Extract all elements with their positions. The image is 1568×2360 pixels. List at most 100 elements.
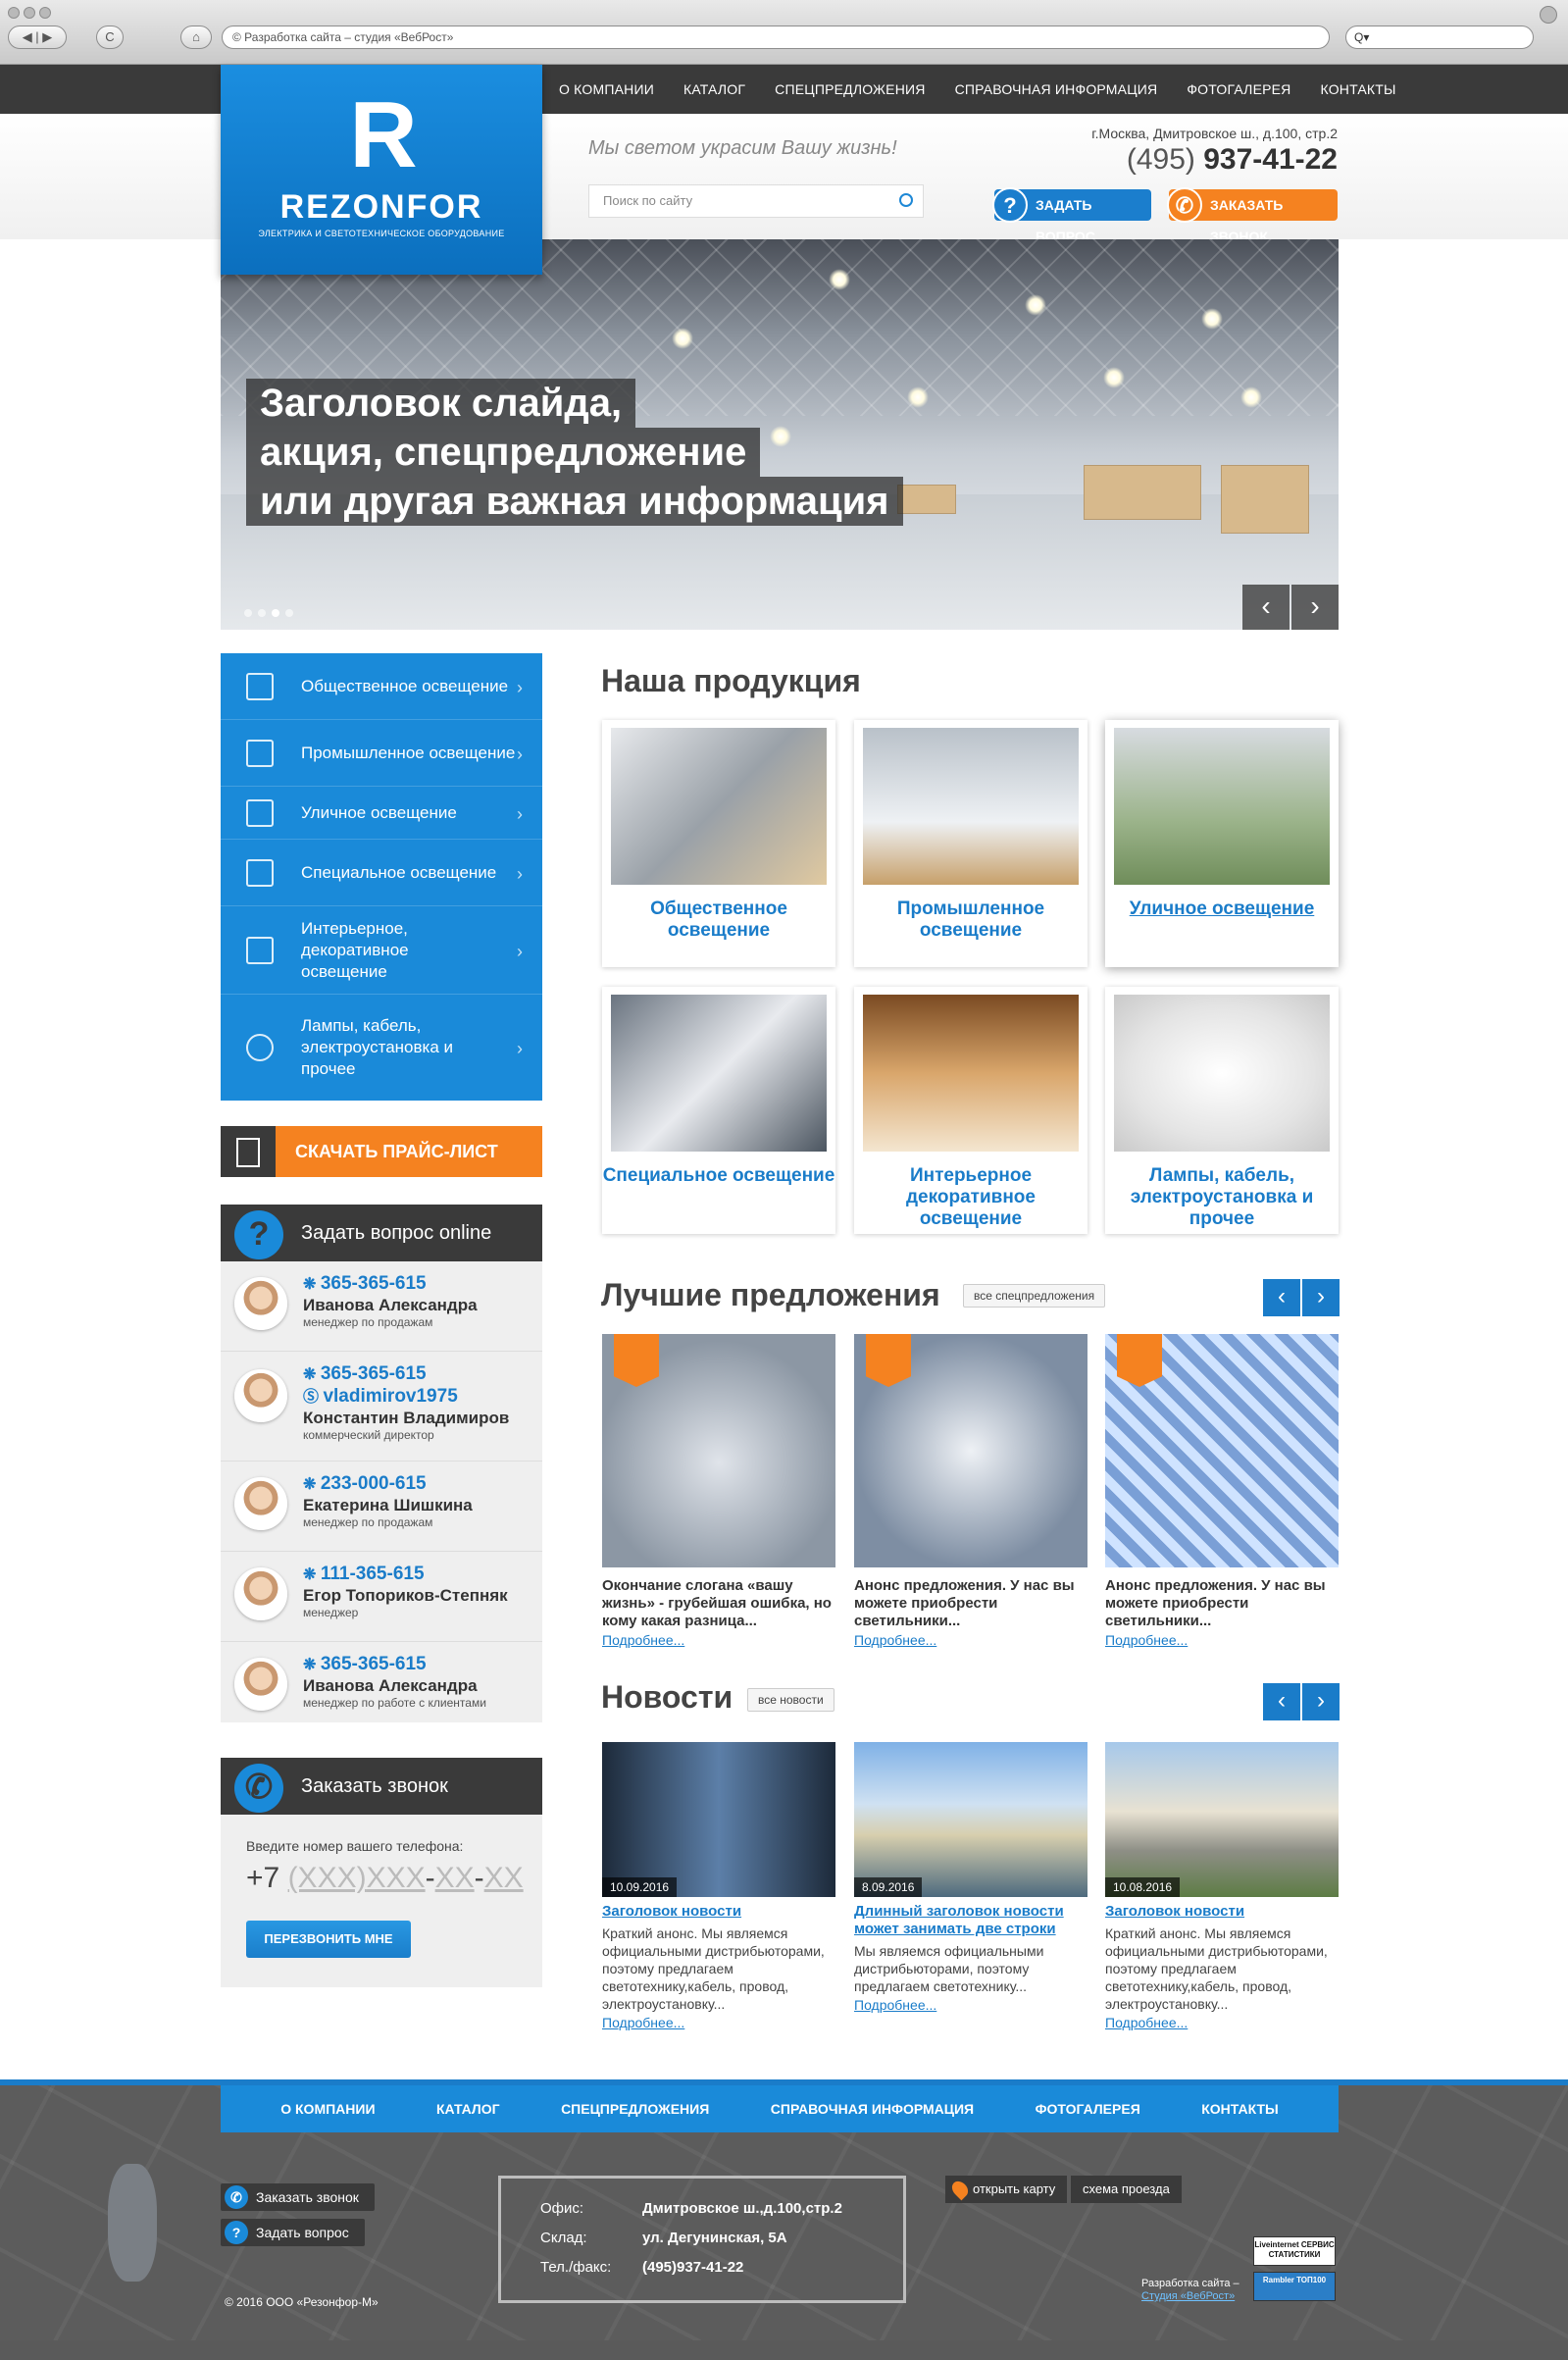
ask-question-button[interactable]: ? ЗАДАТЬ ВОПРОС: [992, 187, 1151, 244]
nav-item-reference[interactable]: СПРАВОЧНАЯ ИНФОРМАЦИЯ: [955, 81, 1158, 97]
news-image[interactable]: 10.08.2016: [1105, 1742, 1339, 1897]
minimize-window-icon[interactable]: [24, 7, 35, 19]
footer-nav-catalog[interactable]: КАТАЛОГ: [436, 2101, 500, 2117]
slide-dot[interactable]: [258, 609, 266, 617]
contact-skype[interactable]: vladimirov1975: [303, 1386, 542, 1409]
phone-mask-part[interactable]: XX: [484, 1862, 524, 1894]
site-logo[interactable]: R REZONFOR ЭЛЕКТРИКА И СВЕТОТЕХНИЧЕСКОЕ …: [221, 65, 542, 275]
slide-prev-button[interactable]: ‹: [1242, 585, 1290, 630]
offer-card[interactable]: Анонс предложения. У нас вы можете приоб…: [854, 1334, 1087, 1648]
all-news-link[interactable]: все новости: [747, 1688, 835, 1712]
news-image[interactable]: 10.09.2016: [602, 1742, 835, 1897]
footer-nav-reference[interactable]: СПРАВОЧНАЯ ИНФОРМАЦИЯ: [771, 2101, 974, 2117]
sidebar-item-special[interactable]: Специальное освещение ›: [221, 840, 542, 906]
offer-image[interactable]: [602, 1334, 835, 1567]
product-card[interactable]: Промышленное освещение: [854, 720, 1087, 967]
call-me-back-button[interactable]: ПЕРЕЗВОНИТЬ МНЕ: [246, 1921, 411, 1958]
sidebar-item-lamps[interactable]: Лампы, кабель, электроустановка и прочее…: [221, 995, 542, 1101]
news-image[interactable]: 8.09.2016: [854, 1742, 1087, 1897]
contact-role: менеджер по работе с клиентами: [303, 1696, 486, 1710]
news-title-link[interactable]: Заголовок новости: [602, 1903, 835, 1921]
offers-prev-button[interactable]: ‹: [1263, 1279, 1300, 1316]
product-title[interactable]: Интерьерное декоративное освещение: [854, 1165, 1087, 1230]
footer-nav-about[interactable]: О КОМПАНИИ: [280, 2101, 375, 2117]
back-icon[interactable]: ◀: [23, 29, 32, 44]
slide-next-button[interactable]: ›: [1291, 585, 1339, 630]
offers-next-button[interactable]: ›: [1302, 1279, 1340, 1316]
more-link[interactable]: Подробнее...: [1105, 1632, 1339, 1648]
dev-link[interactable]: Студия «ВебРост»: [1141, 2290, 1235, 2302]
sidebar-item-public[interactable]: Общественное освещение ›: [221, 653, 542, 720]
phone-mask-part[interactable]: XX: [435, 1862, 475, 1894]
nav-item-offers[interactable]: СПЕЦПРЕДЛОЖЕНИЯ: [775, 81, 925, 97]
slide-dot[interactable]: [285, 609, 293, 617]
contact-phone[interactable]: 365-365-615: [303, 1363, 542, 1386]
news-title-link[interactable]: Заголовок новости: [1105, 1903, 1339, 1921]
offer-image[interactable]: [854, 1334, 1087, 1567]
sidebar-item-industrial[interactable]: Промышленное освещение ›: [221, 720, 542, 787]
close-window-icon[interactable]: [8, 7, 20, 19]
phone-mask-code[interactable]: (XXX): [288, 1862, 367, 1894]
window-controls: [8, 6, 55, 24]
product-card[interactable]: Интерьерное декоративное освещение: [854, 987, 1087, 1234]
footer-ask-button[interactable]: ? Задать вопрос: [221, 2219, 365, 2246]
product-title[interactable]: Промышленное освещение: [854, 898, 1087, 942]
more-link[interactable]: Подробнее...: [854, 1632, 1087, 1648]
maximize-window-icon[interactable]: [39, 7, 51, 19]
news-prev-button[interactable]: ‹: [1263, 1683, 1300, 1720]
offer-image[interactable]: [1105, 1334, 1339, 1567]
product-card[interactable]: Специальное освещение: [602, 987, 835, 1234]
product-title[interactable]: Уличное освещение: [1105, 898, 1339, 920]
sidebar-item-interior[interactable]: Интерьерное, декоративное освещение ›: [221, 906, 542, 995]
sidebar-item-street[interactable]: Уличное освещение ›: [221, 787, 542, 840]
site-search-input[interactable]: Поиск по сайту: [588, 184, 924, 218]
offer-card[interactable]: Окончание слогана «вашу жизнь» - грубейш…: [602, 1334, 835, 1648]
route-scheme-button[interactable]: схема проезда: [1071, 2176, 1182, 2203]
contact-phone[interactable]: 365-365-615: [303, 1654, 542, 1676]
footer-nav-offers[interactable]: СПЕЦПРЕДЛОЖЕНИЯ: [561, 2101, 709, 2117]
slide-dot[interactable]: [244, 609, 252, 617]
offer-text: Анонс предложения. У нас вы можете приоб…: [854, 1577, 1075, 1629]
browser-search[interactable]: Q▾: [1345, 26, 1534, 49]
nav-item-gallery[interactable]: ФОТОГАЛЕРЕЯ: [1187, 81, 1290, 97]
order-call-button[interactable]: ✆ ЗАКАЗАТЬ ЗВОНОК: [1167, 187, 1338, 244]
contact-phone[interactable]: 233-000-615: [303, 1473, 542, 1496]
footer-nav-contacts[interactable]: КОНТАКТЫ: [1201, 2101, 1278, 2117]
footer-call-button[interactable]: ✆ Заказать звонок: [221, 2183, 375, 2211]
more-link[interactable]: Подробнее...: [854, 1997, 1087, 2013]
settings-icon[interactable]: [1540, 6, 1557, 24]
liveinternet-counter[interactable]: Liveinternet СЕРВИС СТАТИСТИКИ: [1253, 2236, 1336, 2266]
more-link[interactable]: Подробнее...: [602, 2015, 835, 2030]
nav-item-about[interactable]: О КОМПАНИИ: [559, 81, 654, 97]
rambler-counter[interactable]: Rambler ТОП100: [1253, 2272, 1336, 2301]
phone-mask-part[interactable]: XXX: [367, 1862, 426, 1894]
product-card[interactable]: Уличное освещение: [1105, 720, 1339, 967]
all-offers-link[interactable]: все спецпредложения: [963, 1284, 1106, 1308]
more-link[interactable]: Подробнее...: [1105, 2015, 1339, 2030]
product-card[interactable]: Лампы, кабель, электроустановка и прочее: [1105, 987, 1339, 1234]
nav-item-catalog[interactable]: КАТАЛОГ: [683, 81, 745, 97]
like-badge-icon: [1117, 1334, 1162, 1387]
reload-icon[interactable]: C: [96, 26, 124, 49]
product-title[interactable]: Специальное освещение: [602, 1165, 835, 1187]
slide-dot-active[interactable]: [272, 609, 279, 617]
news-title-link[interactable]: Длинный заголовок новости может занимать…: [854, 1903, 1087, 1938]
home-icon[interactable]: ⌂: [180, 26, 212, 49]
download-price-button[interactable]: СКАЧАТЬ ПРАЙС-ЛИСТ: [221, 1126, 542, 1177]
phone-input[interactable]: +7 (XXX)XXX-XX-XX: [246, 1862, 524, 1895]
offer-card[interactable]: Анонс предложения. У нас вы можете приоб…: [1105, 1334, 1339, 1648]
nav-item-contacts[interactable]: КОНТАКТЫ: [1321, 81, 1396, 97]
open-map-button[interactable]: открыть карту: [945, 2176, 1068, 2203]
back-forward-buttons[interactable]: ◀ | ▶: [8, 26, 67, 49]
contact-phone[interactable]: 111-365-615: [303, 1564, 542, 1586]
product-title[interactable]: Лампы, кабель, электроустановка и прочее: [1105, 1165, 1339, 1230]
product-title[interactable]: Общественное освещение: [602, 898, 835, 942]
more-link[interactable]: Подробнее...: [602, 1632, 835, 1648]
search-icon[interactable]: [899, 193, 913, 207]
product-card[interactable]: Общественное освещение: [602, 720, 835, 967]
contact-phone[interactable]: 365-365-615: [303, 1273, 542, 1296]
forward-icon[interactable]: ▶: [42, 29, 52, 44]
address-bar[interactable]: © Разработка сайта – студия «ВебРост»: [222, 26, 1330, 49]
news-next-button[interactable]: ›: [1302, 1683, 1340, 1720]
footer-nav-gallery[interactable]: ФОТОГАЛЕРЕЯ: [1036, 2101, 1140, 2117]
